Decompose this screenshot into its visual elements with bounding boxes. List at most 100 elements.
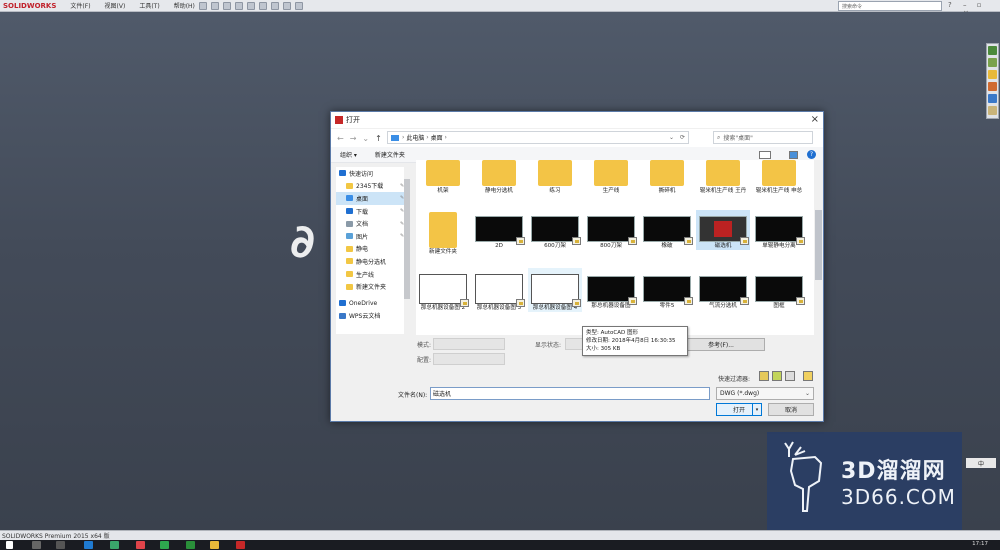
file-item[interactable]: 零件5 [640, 268, 694, 310]
filter-parts-icon[interactable] [759, 371, 769, 381]
open-dropdown-icon[interactable]: ▾ [752, 403, 762, 416]
help-icon[interactable]: ? [807, 150, 816, 159]
file-item[interactable]: 橡破 [640, 210, 694, 250]
organize-button[interactable]: 组织 ▾ [340, 150, 357, 159]
dialog-search-input[interactable]: ⌕ 搜索"桌面" [713, 131, 813, 144]
help-icon[interactable]: ? [948, 1, 952, 9]
file-item[interactable]: 静电分选机 [472, 160, 526, 195]
undo-icon[interactable] [258, 1, 267, 10]
dwg-badge-icon [684, 297, 693, 305]
nav-item[interactable]: 静电分选机 [336, 255, 410, 268]
save-icon[interactable] [234, 1, 243, 10]
file-item[interactable]: 新建文件夹 [416, 210, 470, 256]
file-item[interactable]: 辊米机生产线 申总 [752, 160, 806, 195]
menu-view[interactable]: 视图(V) [105, 1, 126, 10]
file-item[interactable]: 生产线 [584, 160, 638, 195]
search-commands-input[interactable]: 搜索命令 [838, 1, 942, 11]
chevron-down-icon[interactable]: ⌄ [362, 134, 369, 143]
start-icon[interactable] [6, 541, 13, 549]
search-icon[interactable] [32, 541, 41, 549]
rebuild-icon[interactable] [282, 1, 291, 10]
app-icon[interactable] [160, 541, 169, 549]
task-view-icon[interactable] [56, 541, 65, 549]
file-item[interactable]: 800刀架 [584, 210, 638, 250]
new-document-icon[interactable] [210, 1, 219, 10]
new-folder-button[interactable]: 新建文件夹 [375, 150, 405, 159]
file-item[interactable]: 气流分选机 [696, 268, 750, 310]
nav-scrollbar[interactable] [404, 167, 410, 334]
view-palette-icon[interactable] [988, 82, 997, 91]
menu-tools[interactable]: 工具(T) [139, 1, 159, 10]
file-explorer-icon[interactable] [988, 70, 997, 79]
nav-item[interactable]: 新建文件夹 [336, 280, 410, 293]
select-icon[interactable] [270, 1, 279, 10]
file-item[interactable]: 磁选机 [696, 210, 750, 250]
app-icon[interactable] [136, 541, 145, 549]
refresh-icon[interactable]: ⟳ [680, 134, 685, 141]
filter-all-icon[interactable] [803, 371, 813, 381]
file-list-scrollbar[interactable] [814, 160, 823, 335]
nav-item[interactable]: 2345下载 ✎ [336, 180, 410, 193]
file-item[interactable]: 练习 [528, 160, 582, 195]
nav-scroll-thumb[interactable] [404, 179, 410, 299]
app-icon[interactable] [110, 541, 119, 549]
nav-item[interactable]: WPS云文档 [336, 310, 410, 323]
file-item[interactable]: 撕碎机 [640, 160, 694, 195]
nav-item[interactable]: OneDrive [336, 297, 410, 310]
up-icon[interactable]: ↑ [375, 134, 382, 143]
filename-input[interactable]: 磁选机 [430, 387, 710, 400]
menu-help[interactable]: 帮助(H) [174, 1, 195, 10]
open-icon[interactable] [222, 1, 231, 10]
appearances-icon[interactable] [988, 94, 997, 103]
file-item[interactable]: 图框 [752, 268, 806, 310]
resources-icon[interactable] [988, 46, 997, 55]
file-item[interactable]: 那总机器设备图 [584, 268, 638, 310]
forward-icon[interactable]: → [350, 134, 357, 143]
nav-item[interactable]: 生产线 [336, 268, 410, 281]
nav-item[interactable]: 图片 ✎ [336, 230, 410, 243]
filter-assemblies-icon[interactable] [772, 371, 782, 381]
file-item[interactable]: 2D [472, 210, 526, 250]
file-item[interactable]: 单辊静电分离 [752, 210, 806, 250]
file-item[interactable]: 那总机器设备图 3 [472, 268, 526, 312]
preview-pane-icon[interactable] [789, 150, 798, 159]
nav-item[interactable]: 静电 [336, 243, 410, 256]
file-item[interactable]: 那总机器设备图 2 [416, 268, 470, 312]
view-options-icon[interactable] [759, 150, 771, 159]
display-state-select[interactable] [565, 338, 583, 350]
scroll-thumb[interactable] [815, 210, 822, 280]
file-item[interactable]: 那总机器设备图 4 [528, 268, 582, 312]
cancel-button[interactable]: 取消 [768, 403, 814, 416]
options-icon[interactable] [294, 1, 303, 10]
file-item[interactable]: 辊米机生产线 王丹 [696, 160, 750, 195]
nav-item[interactable]: 快速访问 [336, 167, 410, 180]
filetype-select[interactable]: DWG (*.dwg) ⌄ [716, 387, 814, 400]
close-icon[interactable]: × [811, 114, 819, 125]
chevron-down-icon[interactable]: ⌄ [669, 134, 674, 141]
print-icon[interactable] [246, 1, 255, 10]
breadcrumb-this-pc[interactable]: 此电脑 [406, 133, 424, 142]
file-item[interactable]: 机架 [416, 160, 470, 195]
nav-item[interactable]: 下载 ✎ [336, 205, 410, 218]
pin-icon[interactable] [198, 1, 207, 10]
nav-item[interactable]: 桌面 ✎ [336, 192, 410, 205]
filter-drawings-icon[interactable] [785, 371, 795, 381]
window-controls[interactable]: – ▫ × [963, 1, 993, 17]
custom-properties-icon[interactable] [988, 106, 997, 115]
menu-file[interactable]: 文件(F) [70, 1, 90, 10]
ime-indicator[interactable]: 中 [966, 458, 996, 468]
back-icon[interactable]: ← [337, 134, 344, 143]
mode-select[interactable] [433, 338, 505, 350]
file-explorer-icon[interactable] [210, 541, 219, 549]
solidworks-taskbar-icon[interactable] [236, 541, 245, 549]
address-bar[interactable]: › 此电脑 › 桌面 › ⌄ ⟳ [387, 131, 689, 144]
browser-icon[interactable] [84, 541, 93, 549]
app-icon[interactable] [186, 541, 195, 549]
config-select[interactable] [433, 353, 505, 365]
nav-item[interactable]: 文档 ✎ [336, 217, 410, 230]
breadcrumb-desktop[interactable]: 桌面 [431, 133, 443, 142]
references-button[interactable]: 参考(F)... [677, 338, 765, 351]
design-library-icon[interactable] [988, 58, 997, 67]
file-item[interactable]: 600刀架 [528, 210, 582, 250]
task-pane-tabs[interactable] [986, 43, 999, 119]
